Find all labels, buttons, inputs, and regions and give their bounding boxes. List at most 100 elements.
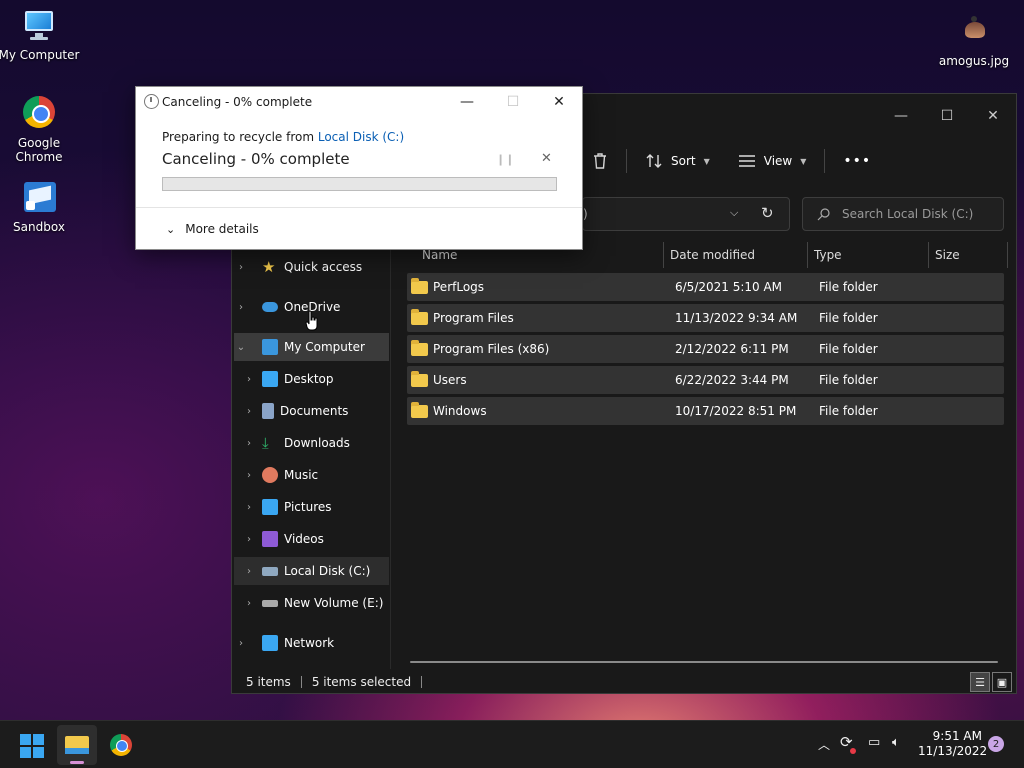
volume-icon[interactable]: 🔈︎ [892, 735, 900, 750]
file-type: File folder [819, 404, 878, 418]
show-hidden-icons-chevron-icon[interactable]: ︿ [818, 736, 830, 753]
file-name: Users [433, 373, 467, 387]
status-bar: 5 items 5 items selected ☰ ▣ [232, 670, 1018, 694]
search-input[interactable] [842, 207, 992, 221]
video-icon [262, 531, 278, 547]
dialog-title: Canceling - 0% complete [162, 95, 313, 109]
taskbar-file-explorer[interactable] [57, 725, 97, 765]
file-date: 11/13/2022 9:34 AM [675, 311, 798, 325]
source-link[interactable]: Local Disk (C:) [318, 130, 404, 144]
file-row[interactable]: Windows 10/17/2022 8:51 PM File folder [407, 397, 1004, 425]
command-bar: Sort ▼ View ▼ ••• [582, 144, 881, 178]
file-date: 6/22/2022 3:44 PM [675, 373, 789, 387]
nav-label: Downloads [284, 436, 350, 450]
nav-item-videos[interactable]: › Videos [234, 525, 389, 553]
tiles-view-icon[interactable]: ▣ [992, 672, 1012, 692]
more-options-button[interactable]: ••• [833, 145, 881, 177]
horizontal-scrollbar[interactable] [410, 661, 998, 663]
taskbar: ︿ ⟳ ▭ 🔈︎ 9:51 AM 11/13/2022 2 [0, 720, 1024, 768]
sort-button[interactable]: Sort ▼ [635, 145, 720, 177]
column-separator[interactable] [928, 242, 929, 268]
chevron-down-icon: ▼ [703, 156, 710, 166]
close-button[interactable]: ✕ [536, 87, 582, 117]
chevron-right-icon[interactable]: › [242, 406, 256, 417]
start-button[interactable] [20, 734, 44, 758]
delete-button[interactable] [582, 145, 618, 177]
chevron-right-icon[interactable]: › [234, 302, 248, 313]
trash-icon [594, 153, 606, 169]
file-row[interactable]: PerfLogs 6/5/2021 5:10 AM File folder [407, 273, 1004, 301]
column-separator[interactable] [1007, 242, 1008, 268]
column-separator[interactable] [663, 242, 664, 268]
pane-divider[interactable] [390, 239, 391, 669]
minimize-button[interactable]: — [878, 94, 924, 138]
nav-item-new-volume-e[interactable]: › New Volume (E:) [234, 589, 389, 617]
system-clock[interactable]: 9:51 AM 11/13/2022 [918, 729, 987, 759]
taskbar-chrome[interactable] [101, 725, 141, 765]
chrome-icon [21, 96, 57, 132]
desktop-icon-label: My Computer [0, 48, 80, 62]
refresh-icon[interactable]: ↻ [761, 204, 774, 222]
nav-label: Network [284, 636, 335, 650]
chevron-right-icon[interactable]: › [242, 534, 256, 545]
network-icon [262, 635, 278, 651]
cancel-icon[interactable]: ✕ [541, 151, 552, 166]
maximize-button: ☐ [506, 94, 520, 110]
chevron-right-icon[interactable]: › [242, 470, 256, 481]
chevron-right-icon[interactable]: › [242, 566, 256, 577]
nav-item-local-disk-c[interactable]: › Local Disk (C:) [234, 557, 389, 585]
hand-cursor-icon [305, 310, 318, 331]
nav-item-pictures[interactable]: › Pictures [234, 493, 389, 521]
file-row[interactable]: Program Files (x86) 2/12/2022 6:11 PM Fi… [407, 335, 1004, 363]
column-header-size[interactable]: Size [935, 242, 960, 268]
desktop-icon-google-chrome[interactable]: Google Chrome [0, 94, 81, 164]
file-row[interactable]: Program Files 11/13/2022 9:34 AM File fo… [407, 304, 1004, 332]
clock-time: 9:51 AM [932, 729, 982, 743]
nav-item-downloads[interactable]: › ⤓ Downloads [234, 429, 389, 457]
nav-item-network[interactable]: › Network [234, 629, 389, 657]
nav-item-music[interactable]: › Music [234, 461, 389, 489]
search-icon [817, 207, 830, 220]
column-header-type[interactable]: Type [814, 242, 842, 268]
column-header-date[interactable]: Date modified [670, 242, 755, 268]
details-view-icon[interactable]: ☰ [970, 672, 990, 692]
maximize-button[interactable]: ☐ [924, 94, 970, 138]
close-button[interactable]: ✕ [970, 94, 1016, 138]
more-details-toggle[interactable]: ⌄ More details [166, 222, 259, 236]
nav-item-my-computer[interactable]: ⌄ My Computer [234, 333, 389, 361]
view-button[interactable]: View ▼ [728, 145, 817, 177]
notification-badge[interactable]: 2 [988, 736, 1004, 752]
nav-label: My Computer [284, 340, 365, 354]
more-icon: ••• [843, 153, 872, 169]
folder-icon [411, 370, 428, 387]
chevron-down-icon[interactable]: ⌵ [730, 206, 738, 220]
progress-status: Canceling - 0% complete [162, 150, 350, 168]
chrome-icon [110, 734, 132, 756]
nav-item-desktop[interactable]: › Desktop [234, 365, 389, 393]
address-text: ) [583, 207, 588, 221]
chevron-right-icon[interactable]: › [234, 638, 248, 649]
star-icon: ★ [262, 258, 276, 276]
chevron-right-icon[interactable]: › [242, 598, 256, 609]
column-separator[interactable] [807, 242, 808, 268]
network-icon[interactable]: ▭ [868, 735, 880, 750]
chevron-right-icon[interactable]: › [242, 438, 256, 449]
sort-icon [646, 154, 662, 168]
chevron-right-icon[interactable]: › [242, 374, 256, 385]
drive-icon [262, 566, 278, 576]
chevron-right-icon[interactable]: › [234, 262, 248, 273]
desktop-icon-my-computer[interactable]: My Computer [0, 8, 81, 62]
minimize-button[interactable]: — [444, 87, 490, 117]
desktop-icon [262, 371, 278, 387]
nav-item-quick-access[interactable]: › ★ Quick access [234, 253, 389, 281]
address-bar[interactable]: ) ⌵ ↻ [582, 197, 790, 231]
nav-item-documents[interactable]: › Documents [234, 397, 389, 425]
file-row[interactable]: Users 6/22/2022 3:44 PM File folder [407, 366, 1004, 394]
search-box[interactable] [802, 197, 1004, 231]
desktop-icon-label: amogus.jpg [938, 54, 1010, 68]
chevron-right-icon[interactable]: › [242, 502, 256, 513]
desktop-icon-sandbox[interactable]: Sandbox [0, 180, 81, 234]
chevron-down-icon[interactable]: ⌄ [234, 342, 248, 353]
desktop-icon-amogus[interactable]: amogus.jpg [932, 14, 1016, 68]
file-explorer-icon [65, 736, 89, 754]
